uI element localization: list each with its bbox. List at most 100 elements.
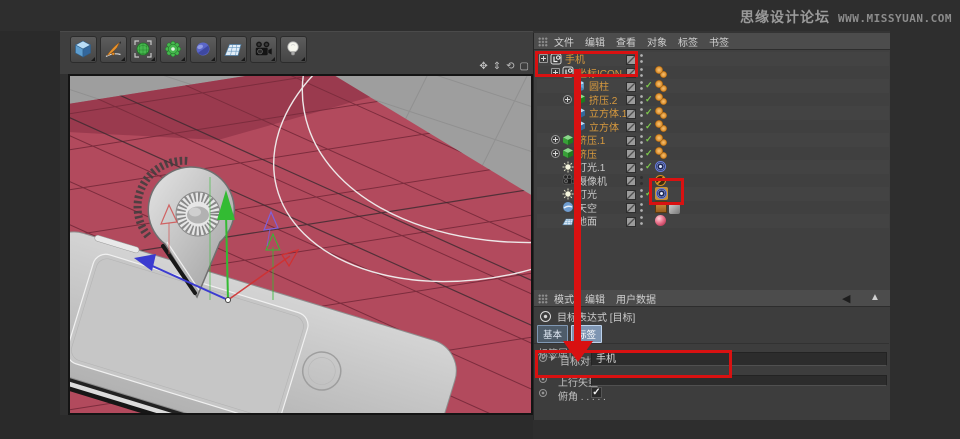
object-row-extrude-1[interactable]: 挤压.1 ✓ [537, 133, 889, 147]
enabled-check-icon[interactable]: ✓ [645, 133, 653, 146]
menu-view[interactable]: 查看 [616, 34, 636, 49]
attribute-title: 目标表达式 [目标] [557, 309, 635, 324]
expand-icon[interactable] [551, 149, 560, 158]
material-tag[interactable] [655, 215, 666, 226]
visibility-dots[interactable] [639, 174, 644, 187]
cube-primitive-button[interactable] [70, 36, 97, 63]
layer-toggle[interactable] [626, 109, 636, 119]
keyframe-circle-icon[interactable] [539, 389, 547, 397]
expand-icon[interactable] [551, 135, 560, 144]
panel-grip-icon[interactable] [538, 37, 548, 47]
history-back-icon[interactable]: ◀ [842, 292, 850, 305]
visibility-dots[interactable] [639, 214, 644, 227]
deformer-button[interactable] [160, 36, 187, 63]
menu-file[interactable]: 文件 [554, 34, 574, 49]
pitch-checkbox[interactable]: ✓ [591, 387, 602, 398]
camera-button[interactable] [250, 36, 277, 63]
menu-mode[interactable]: 模式 [554, 291, 574, 306]
enabled-check-icon[interactable]: ✓ [645, 79, 653, 92]
visibility-dots[interactable] [639, 52, 644, 65]
phong-tag[interactable] [655, 147, 667, 159]
expand-icon[interactable] [563, 95, 572, 104]
pan-view-icon[interactable]: ✥ [479, 61, 487, 73]
visibility-dots[interactable] [639, 201, 644, 214]
light-button[interactable] [280, 36, 307, 63]
object-row-sky[interactable]: 天空 [537, 201, 889, 215]
menu-edit[interactable]: 编辑 [585, 34, 605, 49]
object-manager-menubar: 文件 编辑 查看 对象 标签 书签 [534, 33, 890, 50]
layer-toggle[interactable] [626, 82, 636, 92]
visibility-dots[interactable] [639, 106, 644, 119]
environment-button[interactable] [190, 36, 217, 63]
target-tag[interactable] [655, 161, 666, 172]
visibility-dots[interactable] [639, 147, 644, 160]
object-row-floor[interactable]: 地面 [537, 214, 889, 228]
visibility-dots[interactable] [639, 79, 644, 92]
object-row-extrude[interactable]: 挤压 ✓ [537, 147, 889, 161]
dolly-view-icon[interactable]: ⇕ [493, 61, 501, 73]
cinema4d-window: 思缘设计论坛 WWW.MISSYUAN.COM ✥ ⇕ ⟲ ▢ [0, 0, 960, 439]
object-row-camera[interactable]: 摄像机 [537, 174, 889, 188]
visibility-dots[interactable] [639, 120, 644, 133]
light-icon [283, 39, 303, 59]
object-tree: 手机 坐标ICON 圆柱 ✓ [537, 52, 889, 228]
toggle-view-icon[interactable]: ▢ [520, 61, 529, 73]
layer-toggle[interactable] [626, 163, 636, 173]
panel-grip-icon[interactable] [538, 294, 548, 304]
phong-tag[interactable] [655, 93, 667, 105]
floor-button[interactable] [220, 36, 247, 63]
visibility-dots[interactable] [639, 93, 644, 106]
object-row-cylinder[interactable]: 圆柱 ✓ [537, 79, 889, 93]
phong-tag[interactable] [655, 107, 667, 119]
compositing-tag[interactable] [669, 204, 680, 214]
phong-tag[interactable] [655, 66, 667, 78]
phong-tag[interactable] [655, 80, 667, 92]
environment-icon [193, 39, 213, 59]
visibility-dots[interactable] [639, 160, 644, 173]
watermark-site-url: WWW.MISSYUAN.COM [838, 12, 952, 25]
visibility-dots[interactable] [639, 187, 644, 200]
visibility-dots[interactable] [639, 133, 644, 146]
enabled-check-icon[interactable]: ✓ [645, 106, 653, 119]
phong-tag[interactable] [655, 120, 667, 132]
history-up-icon[interactable]: ▲ [870, 292, 880, 303]
subdivision-surface-button[interactable] [130, 36, 157, 63]
property-row-pitch: 俯角 . . . . . ✓ [534, 386, 891, 402]
layer-toggle[interactable] [626, 149, 636, 159]
menu-objects[interactable]: 对象 [647, 34, 667, 49]
subdivision-surface-icon [133, 39, 153, 59]
annotation-box-phone-row [535, 51, 638, 77]
object-row-cube-1[interactable]: 立方体.1 ✓ [537, 106, 889, 120]
layer-toggle[interactable] [626, 176, 636, 186]
visibility-dots[interactable] [639, 66, 644, 79]
object-row-extrude-2[interactable]: 挤压.2 ✓ [537, 93, 889, 107]
floor-icon [223, 39, 243, 59]
phong-tag[interactable] [655, 134, 667, 146]
enabled-check-icon[interactable]: ✓ [645, 93, 653, 106]
spline-pen-button[interactable] [100, 36, 127, 63]
layer-toggle[interactable] [626, 122, 636, 132]
rotate-view-icon[interactable]: ⟲ [506, 61, 514, 73]
menu-user-data[interactable]: 用户数据 [616, 291, 656, 306]
layer-toggle[interactable] [626, 190, 636, 200]
layer-toggle[interactable] [626, 95, 636, 105]
attribute-manager-menubar: 模式 编辑 用户数据 ◀ ▲ [534, 290, 890, 307]
object-row-light-1[interactable]: 灯光.1 ✓ [537, 160, 889, 174]
watermark-bar: 思缘设计论坛 WWW.MISSYUAN.COM [0, 0, 960, 31]
menu-edit[interactable]: 编辑 [585, 291, 605, 306]
annotation-arrow-shaft [574, 69, 581, 342]
viewport-3d[interactable] [68, 74, 533, 415]
enabled-check-icon[interactable]: ✓ [645, 160, 653, 173]
menu-bookmarks[interactable]: 书签 [709, 34, 729, 49]
layer-toggle[interactable] [626, 217, 636, 227]
deformer-icon [163, 39, 183, 59]
spline-pen-icon [103, 39, 123, 59]
target-expression-icon [540, 311, 551, 322]
menu-tags[interactable]: 标签 [678, 34, 698, 49]
enabled-check-icon[interactable]: ✓ [645, 147, 653, 160]
layer-toggle[interactable] [626, 136, 636, 146]
enabled-check-icon[interactable]: ✓ [645, 120, 653, 133]
object-row-cube[interactable]: 立方体 ✓ [537, 120, 889, 134]
object-row-light[interactable]: 灯光 ✓ [537, 187, 889, 201]
layer-toggle[interactable] [626, 203, 636, 213]
